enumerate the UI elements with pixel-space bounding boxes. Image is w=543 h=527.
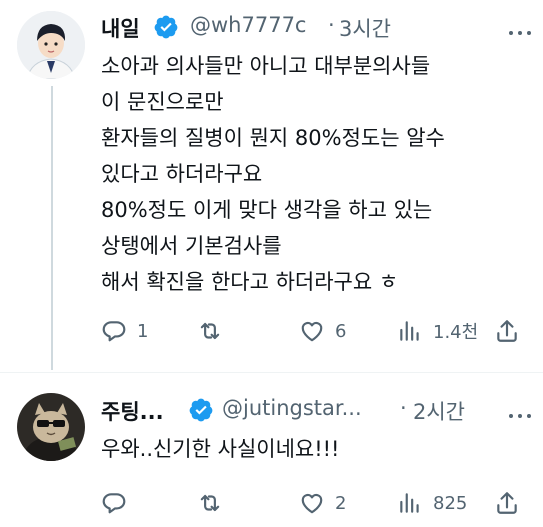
more-options-icon[interactable] (508, 405, 532, 424)
share-icon (497, 492, 517, 514)
post-time[interactable]: 3시간 (339, 13, 391, 43)
avatar[interactable] (17, 393, 85, 461)
share-button[interactable] (494, 318, 520, 344)
reply-button[interactable] (101, 490, 137, 516)
thread-connector-line (51, 86, 53, 370)
more-options-icon[interactable] (508, 22, 532, 41)
post-time[interactable]: 2시간 (413, 396, 465, 426)
retweet-button[interactable] (197, 318, 233, 344)
like-count: 6 (335, 320, 347, 342)
like-button[interactable]: 6 (299, 318, 346, 344)
tweet-text: 소아과 의사들만 아니고 대부분의사들 이 문진으로만 환자들의 질병이 뭔지 … (101, 54, 445, 294)
reply-icon (102, 321, 126, 342)
heart-icon (301, 493, 323, 514)
views-button[interactable]: 825 (397, 490, 467, 516)
author-handle[interactable]: @jutingstar... (222, 396, 362, 420)
divider (0, 372, 543, 373)
reply-icon (102, 493, 126, 514)
author-handle[interactable]: @wh7777c (190, 13, 306, 37)
views-icon (400, 321, 419, 341)
author-name[interactable]: 주팅... (101, 396, 164, 426)
view-count: 1.4천 (433, 322, 479, 343)
views-icon (400, 493, 419, 513)
like-button[interactable]: 2 (299, 490, 346, 516)
view-count: 825 (433, 492, 468, 514)
author-name[interactable]: 내일 (101, 13, 140, 43)
verified-badge-icon (188, 397, 214, 423)
like-count: 2 (335, 492, 347, 514)
tweet-text: 우와..신기한 사실이네요!!! (101, 437, 340, 461)
views-button[interactable]: 1.4천 (397, 318, 478, 344)
reply-count: 1 (137, 320, 149, 342)
heart-icon (301, 321, 323, 342)
share-button[interactable] (494, 490, 520, 516)
retweet-icon (200, 494, 220, 512)
separator-dot: · (328, 13, 335, 37)
share-icon (497, 320, 517, 342)
separator-dot: · (400, 396, 407, 420)
reply-button[interactable]: 1 (101, 318, 148, 344)
retweet-button[interactable] (197, 490, 233, 516)
avatar[interactable] (17, 11, 85, 79)
verified-badge-icon (153, 14, 179, 40)
retweet-icon (200, 322, 220, 340)
